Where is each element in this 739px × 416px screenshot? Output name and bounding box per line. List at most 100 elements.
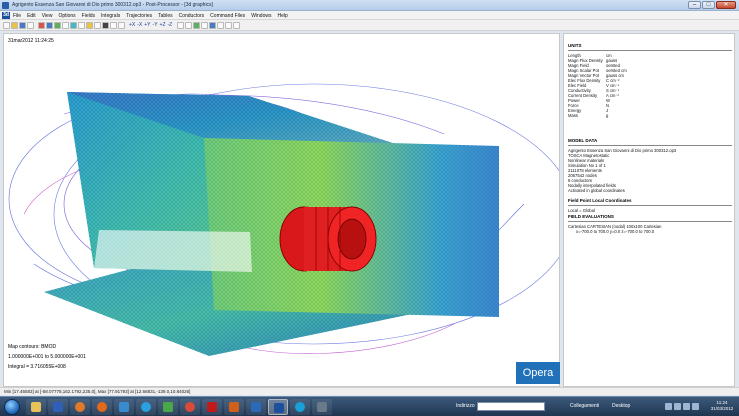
menu-options[interactable]: Options [58, 13, 75, 19]
model-line: Activated in global coordinates [568, 188, 625, 193]
app-icon [2, 2, 9, 9]
view-minus-z-button[interactable]: -Z [168, 22, 173, 28]
view-minus-y-button[interactable]: -Y [153, 22, 158, 28]
links-label[interactable]: Collegamenti [570, 403, 599, 409]
menu-windows[interactable]: Windows [251, 13, 271, 19]
pan-icon[interactable] [185, 21, 193, 29]
refresh-icon[interactable] [233, 21, 241, 29]
evaluation-line: x=-700.0 to 700.0 y=0.0 z=-700.0 to 700.… [576, 229, 655, 234]
menu-help[interactable]: Help [277, 13, 287, 19]
skype-alt-icon[interactable] [290, 399, 310, 415]
media-player-icon[interactable] [70, 399, 90, 415]
window-title: Agrigento Essenza San Giovanni di Dio pr… [12, 2, 213, 8]
calculator-icon[interactable] [312, 399, 332, 415]
opera-app-icon[interactable] [268, 399, 288, 415]
menu-view[interactable]: View [42, 13, 53, 19]
language-icon[interactable] [692, 403, 699, 410]
model-icon[interactable] [38, 21, 45, 29]
contour-info: Map contours: BMOD 1.000000E+001 to 5.00… [8, 342, 86, 372]
explorer-icon[interactable] [26, 399, 46, 415]
clock[interactable]: 11:24 31/03/2012 [706, 400, 738, 412]
desktop-label[interactable]: Desktop [612, 403, 630, 409]
view-plus-x-button[interactable]: +X [129, 22, 135, 28]
light-icon[interactable] [209, 21, 217, 29]
status-text: Min [17.46583] at [-58.07778,162.1792,22… [4, 389, 191, 394]
local-coordinates-section: Field Point Local Coordinates Local = Gl… [568, 198, 732, 213]
zoom-out-icon[interactable] [118, 21, 125, 29]
view-plus-z-button[interactable]: +Z [160, 22, 166, 28]
table-icon[interactable] [86, 21, 93, 29]
volume-icon[interactable] [674, 403, 681, 410]
field-scene [8, 83, 559, 356]
view-plus-y-button[interactable]: +Y [144, 22, 150, 28]
rotate-icon[interactable] [177, 21, 185, 29]
camera-icon[interactable] [102, 21, 109, 29]
perspective-icon[interactable] [217, 21, 225, 29]
menu-conductors[interactable]: Conductors [179, 13, 205, 19]
menu-trajectories[interactable]: Trajectories [126, 13, 152, 19]
taskbar: Indirizzo Collegamenti Desktop 11:24 31/… [0, 396, 739, 416]
mesh-icon[interactable] [46, 21, 53, 29]
menu-edit[interactable]: Edit [27, 13, 36, 19]
menu-command-files[interactable]: Command Files [210, 13, 245, 19]
powerpoint-icon[interactable] [224, 399, 244, 415]
app-logo-icon: 3d [2, 12, 10, 19]
word-icon[interactable] [48, 399, 68, 415]
minimize-button[interactable]: – [688, 1, 701, 9]
save-icon[interactable] [19, 21, 26, 29]
new-icon[interactable] [3, 21, 10, 29]
units-heading: UNITS [568, 43, 582, 48]
network-icon[interactable] [665, 403, 672, 410]
contour-icon[interactable] [62, 21, 69, 29]
start-button[interactable] [4, 399, 20, 415]
opera-badge: Opera [516, 362, 560, 384]
field-evaluations-section: FIELD EVALUATIONS Cartesian CARTESIAN (n… [568, 214, 732, 234]
integral-value: Integral = 3.716055E+008 [8, 364, 66, 370]
map-contours-label: Map contours: BMOD [8, 344, 57, 350]
close-button[interactable]: ✕ [716, 1, 736, 9]
graphics-viewport[interactable]: 31mar2012 11:24:25 Map contours: BMOD 1.… [3, 33, 560, 387]
pdf-icon[interactable] [202, 399, 222, 415]
reset-view-icon[interactable] [225, 21, 233, 29]
model-data-section: MODEL DATA Agrigento Essenza San Giovann… [568, 138, 732, 193]
unit-row: Mass g [568, 113, 609, 118]
menu-tables[interactable]: Tables [158, 13, 172, 19]
firefox-icon[interactable] [92, 399, 112, 415]
local-coordinates-line: Local = Global [568, 208, 595, 213]
fields-icon[interactable] [54, 21, 61, 29]
clock-date: 31/03/2012 [710, 406, 734, 411]
address-label: Indirizzo [456, 403, 475, 409]
field-evaluations-heading: FIELD EVALUATIONS [568, 214, 614, 219]
print-icon[interactable] [27, 21, 34, 29]
graph-icon[interactable] [78, 21, 85, 29]
outlook-icon[interactable] [246, 399, 266, 415]
skype-icon[interactable] [136, 399, 156, 415]
flag-icon[interactable] [683, 403, 690, 410]
maximize-button[interactable]: □ [702, 1, 715, 9]
contour-range: 1.000000E+001 to 5.000000E+001 [8, 354, 86, 360]
system-tray [665, 403, 701, 410]
colour-icon[interactable] [193, 21, 201, 29]
menu-file[interactable]: File [13, 13, 21, 19]
units-section: UNITS Length cm Magn Flux Density gauss Ma… [568, 43, 732, 118]
menu-items: File Edit View Options Fields Integrals … [13, 13, 288, 19]
menu-integrals[interactable]: Integrals [101, 13, 120, 19]
open-icon[interactable] [11, 21, 18, 29]
menu-bar: 3d File Edit View Options Fields Integra… [0, 11, 739, 20]
axes-icon[interactable] [201, 21, 209, 29]
title-bar: Agrigento Essenza San Giovanni di Dio pr… [0, 0, 739, 11]
media-icon[interactable] [158, 399, 178, 415]
info-panel: UNITS Length cm Magn Flux Density gauss Ma… [563, 33, 735, 387]
model-data-heading: MODEL DATA [568, 138, 598, 143]
chrome-icon[interactable] [180, 399, 200, 415]
conductor-icon[interactable] [94, 21, 101, 29]
zoom-in-icon[interactable] [110, 21, 117, 29]
local-coordinates-heading: Field Point Local Coordinates [568, 198, 632, 203]
address-input[interactable] [477, 402, 545, 411]
toolbar: +X -X +Y -Y +Z -Z [0, 20, 739, 31]
mail-icon[interactable] [114, 399, 134, 415]
vector-icon[interactable] [70, 21, 77, 29]
menu-fields[interactable]: Fields [82, 13, 95, 19]
view-minus-x-button[interactable]: -X [137, 22, 142, 28]
taskbar-apps [26, 399, 334, 415]
